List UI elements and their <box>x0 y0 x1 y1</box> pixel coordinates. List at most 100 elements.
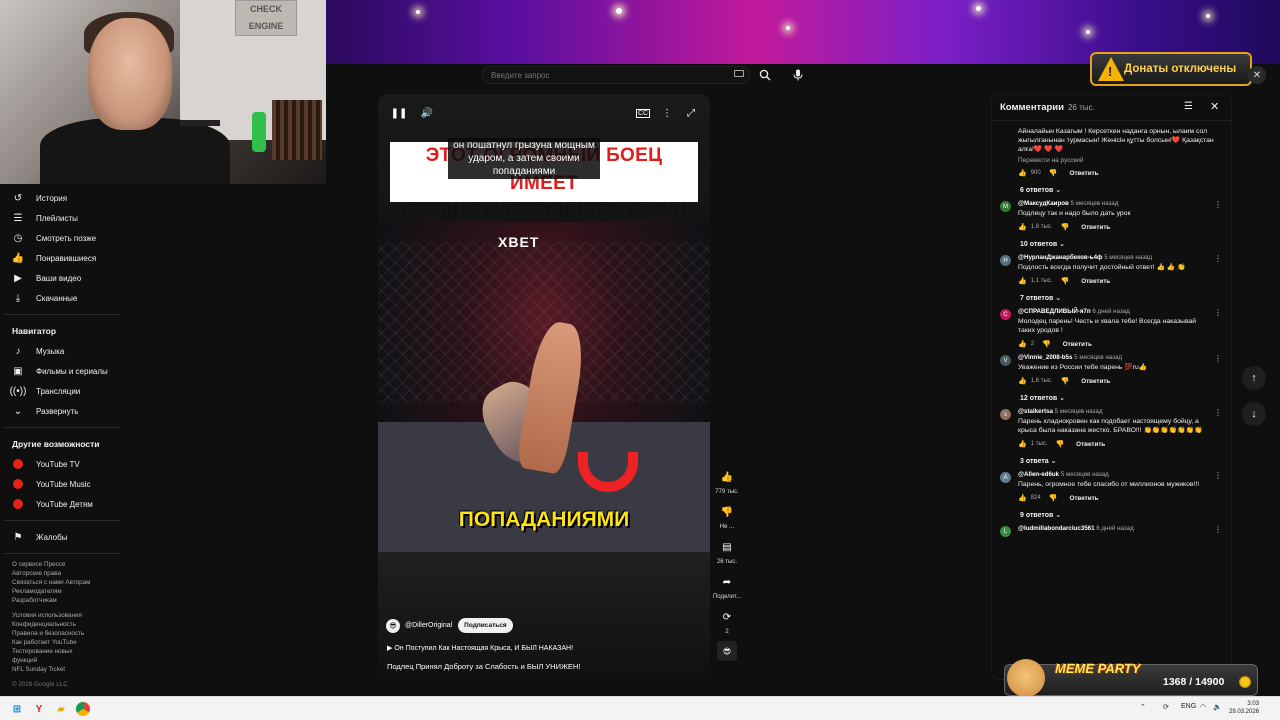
thumbs-down-icon[interactable]: 👎 <box>1060 277 1069 285</box>
reply-button[interactable]: Ответить <box>1063 341 1092 348</box>
dislike-button[interactable]: 👎 Не ... <box>712 501 742 531</box>
voice-search-button[interactable] <box>789 66 807 84</box>
scroll-up-button[interactable]: ↑ <box>1242 366 1266 390</box>
reply-button[interactable]: Ответить <box>1069 495 1098 502</box>
sidebar-item-youtube-music[interactable]: YouTube Music <box>0 474 124 494</box>
replies-toggle[interactable]: 3 ответа ⌄ <box>1020 457 1231 465</box>
reply-button[interactable]: Ответить <box>1069 170 1098 177</box>
footer-link[interactable]: Правила и безопасность <box>12 629 124 638</box>
replies-toggle[interactable]: 9 ответов ⌄ <box>1020 511 1231 519</box>
sort-icon[interactable]: ☰ <box>1184 101 1193 112</box>
footer-link[interactable]: Условия использования <box>12 611 124 620</box>
replies-toggle[interactable]: 10 ответов ⌄ <box>1020 240 1231 248</box>
speaker-icon[interactable]: 🔈 <box>1213 703 1222 711</box>
sidebar-item-your-videos[interactable]: ▶ Ваши видео <box>0 268 124 288</box>
more-vertical-icon[interactable]: ⋮ <box>1214 200 1222 209</box>
footer-link[interactable]: Тестирование новых <box>12 647 124 656</box>
sidebar-item-youtube-tv[interactable]: YouTube TV <box>0 454 124 474</box>
thumbs-up-icon[interactable]: 👍 <box>1018 223 1027 231</box>
language-indicator[interactable]: ENG <box>1181 703 1196 710</box>
sidebar-item-expand[interactable]: ⌄ Развернуть <box>0 401 124 421</box>
sound-avatar[interactable]: 😎 <box>712 641 742 661</box>
comment-avatar[interactable]: V <box>1000 355 1011 366</box>
subscribe-button[interactable]: Подписаться <box>458 618 513 633</box>
pause-button[interactable]: ❚❚ <box>390 104 408 122</box>
volume-button[interactable]: 🔊 <box>418 104 436 122</box>
thumbs-up-icon[interactable]: 👍 <box>1018 377 1027 385</box>
thumbs-down-icon[interactable]: 👎 <box>1060 223 1069 231</box>
footer-link[interactable]: О сервисе Прессе <box>12 560 124 569</box>
thumbs-up-icon[interactable]: 👍 <box>1018 277 1027 285</box>
sidebar-item-history[interactable]: ↺ История <box>0 188 124 208</box>
comment-avatar[interactable]: Н <box>1000 255 1011 266</box>
thumbs-down-icon[interactable]: 👎 <box>1049 169 1058 177</box>
more-vertical-icon[interactable]: ⋮ <box>1214 525 1222 534</box>
reply-button[interactable]: Ответить <box>1081 224 1110 231</box>
captions-button[interactable]: CC <box>634 104 652 122</box>
sidebar-item-report[interactable]: ⚑ Жалобы <box>0 527 124 547</box>
footer-link[interactable]: Разработчикам <box>12 596 124 605</box>
footer-link[interactable]: NFL Sunday Ticket <box>12 665 124 674</box>
sidebar-item-music[interactable]: ♪ Музыка <box>0 341 124 361</box>
yandex-browser-icon[interactable]: Y <box>32 702 46 716</box>
thumbs-up-icon[interactable]: 👍 <box>1018 169 1027 177</box>
more-vertical-icon[interactable]: ⋮ <box>1214 354 1222 363</box>
footer-link[interactable]: Связаться с нами Авторам <box>12 578 124 587</box>
channel-name[interactable]: @DillerOriginal <box>405 622 452 629</box>
network-icon[interactable]: ⟳ <box>1163 703 1169 711</box>
close-icon[interactable]: ✕ <box>1248 66 1266 84</box>
comment-avatar[interactable]: С <box>1000 309 1011 320</box>
remix-button[interactable]: ⟳ 2 <box>712 606 742 636</box>
sidebar-item-liked[interactable]: 👍 Понравившиеся <box>0 248 124 268</box>
share-button[interactable]: ➦ Поделит... <box>712 571 742 601</box>
shorts-player[interactable]: ❚❚ 🔊 CC ⋮ ⤢ ЭТОТ ОГРОМНЫЙ БОЕЦ ИМЕЕТ СЕР… <box>378 94 710 680</box>
sidebar-item-youtube-kids[interactable]: YouTube Детям <box>0 494 124 514</box>
replies-toggle[interactable]: 7 ответов ⌄ <box>1020 294 1231 302</box>
channel-avatar[interactable]: 😎 <box>386 618 400 633</box>
comment-author[interactable]: @НурланДжанарбеков-ь4ф <box>1018 254 1102 261</box>
footer-link[interactable]: Авторские права <box>12 569 124 578</box>
thumbs-up-icon[interactable]: 👍 <box>1018 440 1027 448</box>
comment-author[interactable]: @Allen-ed6uk <box>1018 471 1059 478</box>
wifi-icon[interactable]: ◠ <box>1200 703 1206 711</box>
sidebar-item-films[interactable]: ▣ Фильмы и сериалы <box>0 361 124 381</box>
thumbs-down-icon[interactable]: 👎 <box>1055 440 1064 448</box>
more-vertical-icon[interactable]: ⋮ <box>1214 471 1222 480</box>
thumbs-up-icon[interactable]: 👍 <box>1018 340 1027 348</box>
more-vertical-icon[interactable]: ⋮ <box>1214 308 1222 317</box>
comment-author[interactable]: @МаксудКаиров <box>1018 200 1069 207</box>
replies-toggle[interactable]: 12 ответов ⌄ <box>1020 394 1231 402</box>
folder-icon[interactable]: ▰ <box>54 702 68 716</box>
chrome-icon[interactable] <box>76 702 90 716</box>
reply-button[interactable]: Ответить <box>1081 278 1110 285</box>
fullscreen-button[interactable]: ⤢ <box>682 104 700 122</box>
sidebar-item-watch-later[interactable]: ◷ Смотреть позже <box>0 228 124 248</box>
comment-author[interactable]: @stalkertsa <box>1018 408 1053 415</box>
close-comments-icon[interactable]: ✕ <box>1210 100 1219 113</box>
footer-link[interactable]: Как работает YouTube <box>12 638 124 647</box>
sidebar-item-playlists[interactable]: ☰ Плейлисты <box>0 208 124 228</box>
comment-author[interactable]: @ludmillabondarciuc3561 <box>1018 525 1095 532</box>
more-vertical-icon[interactable]: ⋮ <box>1214 408 1222 417</box>
related-video-link[interactable]: ▶ Он Поступил Как Настоящая Крыса, И БЫЛ… <box>387 644 573 652</box>
thumbs-down-icon[interactable]: 👎 <box>1049 494 1058 502</box>
thumbs-down-icon[interactable]: 👎 <box>1042 340 1051 348</box>
search-button[interactable] <box>756 66 774 84</box>
replies-toggle[interactable]: 6 ответов ⌄ <box>1020 186 1231 194</box>
sidebar-item-downloads[interactable]: ⤓ Скачанные <box>0 288 124 308</box>
reply-button[interactable]: Ответить <box>1076 441 1105 448</box>
footer-link[interactable]: Рекламодателям <box>12 587 124 596</box>
thumbs-down-icon[interactable]: 👎 <box>1060 377 1069 385</box>
footer-link[interactable]: функций <box>12 656 124 665</box>
clock[interactable]: 3:03 29.03.2026 <box>1229 700 1259 716</box>
keyboard-icon[interactable] <box>734 70 744 77</box>
scroll-down-button[interactable]: ↓ <box>1242 402 1266 426</box>
thumbs-up-icon[interactable]: 👍 <box>1018 494 1027 502</box>
tray-chevron-icon[interactable]: ⌃ <box>1140 703 1146 711</box>
search-input[interactable] <box>491 70 711 80</box>
like-button[interactable]: 👍 779 тыс. <box>712 466 742 496</box>
comment-avatar[interactable]: A <box>1000 472 1011 483</box>
comment-author[interactable]: @СПРАВЕДЛИВЫЙ-я7п <box>1018 308 1091 315</box>
reply-button[interactable]: Ответить <box>1081 378 1110 385</box>
comments-button[interactable]: ▤ 26 тыс. <box>712 536 742 566</box>
